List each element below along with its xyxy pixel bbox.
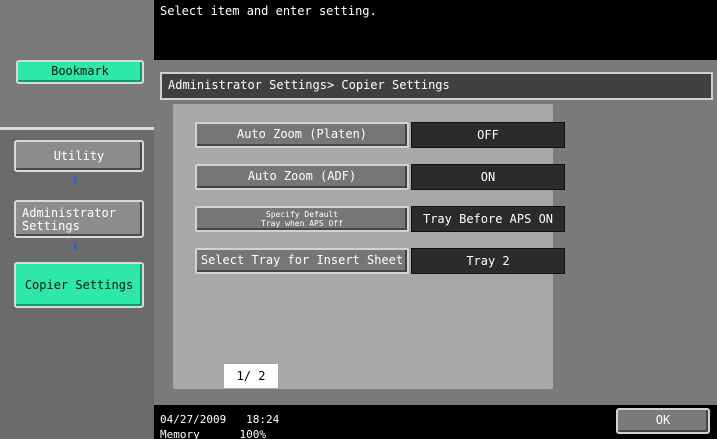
ok-button[interactable]: OK	[616, 408, 710, 434]
memory-line: Memory 100%	[160, 428, 266, 439]
status-date: 04/27/2009	[160, 413, 227, 426]
left-sidebar: Bookmark Utility ⬇ Administrator Setting…	[0, 0, 154, 439]
message-bar: Select item and enter setting.	[154, 0, 717, 60]
auto-zoom-adf-value: ON	[411, 164, 565, 190]
down-arrow-icon: ⬇	[71, 240, 79, 255]
main-area: Administrator Settings> Copier Settings …	[154, 60, 717, 430]
status-time: 18:24	[246, 413, 280, 426]
settings-panel: Auto Zoom (Platen) OFF Auto Zoom (ADF) O…	[173, 104, 565, 430]
auto-zoom-platen-button[interactable]: Auto Zoom (Platen)	[195, 122, 409, 148]
auto-zoom-platen-value: OFF	[411, 122, 565, 148]
status-bar: 04/27/2009 18:24 Memory 100% OK	[154, 405, 717, 439]
select-tray-insert-sheet-value: Tray 2	[411, 248, 565, 274]
down-arrow-icon: ⬇	[71, 173, 79, 188]
breadcrumb: Administrator Settings> Copier Settings	[160, 72, 713, 100]
memory-value: 100%	[239, 428, 267, 439]
specify-default-tray-button[interactable]: Specify Default Tray when APS Off	[195, 206, 409, 232]
instruction-text: Select item and enter setting.	[160, 4, 377, 18]
bookmark-button[interactable]: Bookmark	[16, 60, 144, 84]
memory-label: Memory	[160, 428, 200, 439]
select-tray-insert-sheet-button[interactable]: Select Tray for Insert Sheet	[195, 248, 409, 274]
copier-settings-button[interactable]: Copier Settings	[14, 262, 144, 308]
specify-default-line2: Tray when APS Off	[261, 219, 343, 228]
specify-default-tray-value: Tray Before APS ON	[411, 206, 565, 232]
admin-line2: Settings	[22, 219, 80, 233]
utility-button[interactable]: Utility	[14, 140, 144, 172]
administrator-settings-button[interactable]: Administrator Settings	[14, 200, 144, 238]
page-indicator: 1/ 2	[224, 364, 278, 388]
specify-default-line1: Specify Default	[265, 210, 339, 219]
auto-zoom-adf-button[interactable]: Auto Zoom (ADF)	[195, 164, 409, 190]
datetime-line: 04/27/2009 18:24	[160, 413, 279, 426]
